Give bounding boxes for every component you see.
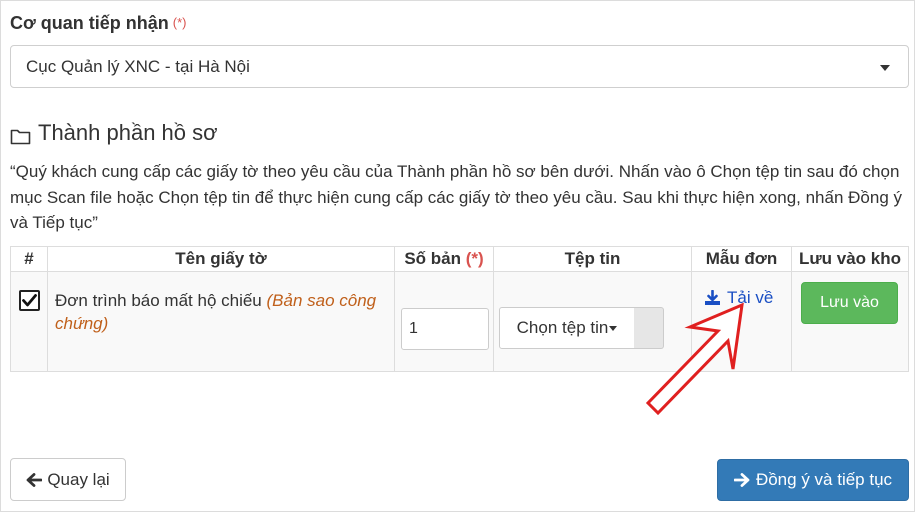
section-title: Thành phần hồ sơ <box>10 120 218 146</box>
check-icon <box>22 294 37 307</box>
file-name-display[interactable] <box>634 307 664 349</box>
cell-checkbox <box>10 271 48 372</box>
header-copies: Số bản (*) <box>394 246 494 272</box>
download-link[interactable]: Tải về <box>704 288 773 308</box>
doc-name: Đơn trình báo mất hộ chiếu (Bản sao công… <box>48 272 394 335</box>
choose-file-label: Chọn tệp tin <box>516 318 609 337</box>
header-form: Mẫu đơn <box>691 246 792 272</box>
table-header-row: # Tên giấy tờ Số bản (*) Tệp tin Mẫu đơn… <box>10 246 909 272</box>
back-label: Quay lại <box>47 469 110 489</box>
arrow-right-icon <box>733 473 750 487</box>
arrow-left-icon <box>26 472 43 487</box>
agency-label: Cơ quan tiếp nhận (*) <box>10 13 187 34</box>
agency-select[interactable]: Cục Quản lý XNC - tại Hà Nội <box>10 45 909 88</box>
doc-name-text: Đơn trình báo mất hộ chiếu <box>55 291 262 310</box>
required-mark: (*) <box>172 15 187 30</box>
agree-continue-button[interactable]: Đồng ý và tiếp tục <box>717 459 909 501</box>
cell-form: Tải về <box>691 271 792 372</box>
cell-file: Chọn tệp tin <box>493 271 692 372</box>
section-title-text: Thành phần hồ sơ <box>38 120 218 145</box>
copies-input[interactable]: 1 <box>401 308 489 350</box>
form-container: Cơ quan tiếp nhận (*) Cục Quản lý XNC - t… <box>0 0 915 512</box>
caret-down-icon <box>609 326 618 332</box>
caret-down-icon <box>880 65 890 71</box>
download-icon <box>705 290 720 305</box>
header-doc-name: Tên giấy tờ <box>47 246 395 272</box>
row-checkbox[interactable] <box>19 290 40 311</box>
cell-doc-name: Đơn trình báo mất hộ chiếu (Bản sao công… <box>47 271 395 372</box>
agency-select-value: Cục Quản lý XNC - tại Hà Nội <box>26 57 250 76</box>
folder-icon <box>10 125 31 144</box>
agency-label-text: Cơ quan tiếp nhận <box>10 13 169 33</box>
header-copies-label: Số bản <box>404 249 461 268</box>
cell-copies: 1 <box>394 271 494 372</box>
save-to-storage-button[interactable]: Lưu vào <box>801 282 898 324</box>
agree-continue-label: Đồng ý và tiếp tục <box>755 470 893 489</box>
header-copies-required: (*) <box>465 249 484 268</box>
back-button[interactable]: Quay lại <box>10 458 126 501</box>
table-row: Đơn trình báo mất hộ chiếu (Bản sao công… <box>10 271 909 372</box>
download-label: Tải về <box>727 288 774 307</box>
header-save: Lưu vào kho <box>791 246 909 272</box>
choose-file-button[interactable]: Chọn tệp tin <box>499 307 635 349</box>
header-index: # <box>10 246 48 272</box>
header-file: Tệp tin <box>493 246 692 272</box>
cell-save: Lưu vào <box>791 271 909 372</box>
documents-table: # Tên giấy tờ Số bản (*) Tệp tin Mẫu đơn… <box>10 246 909 372</box>
instructions-text: “Quý khách cung cấp các giấy tờ theo yêu… <box>10 162 903 232</box>
